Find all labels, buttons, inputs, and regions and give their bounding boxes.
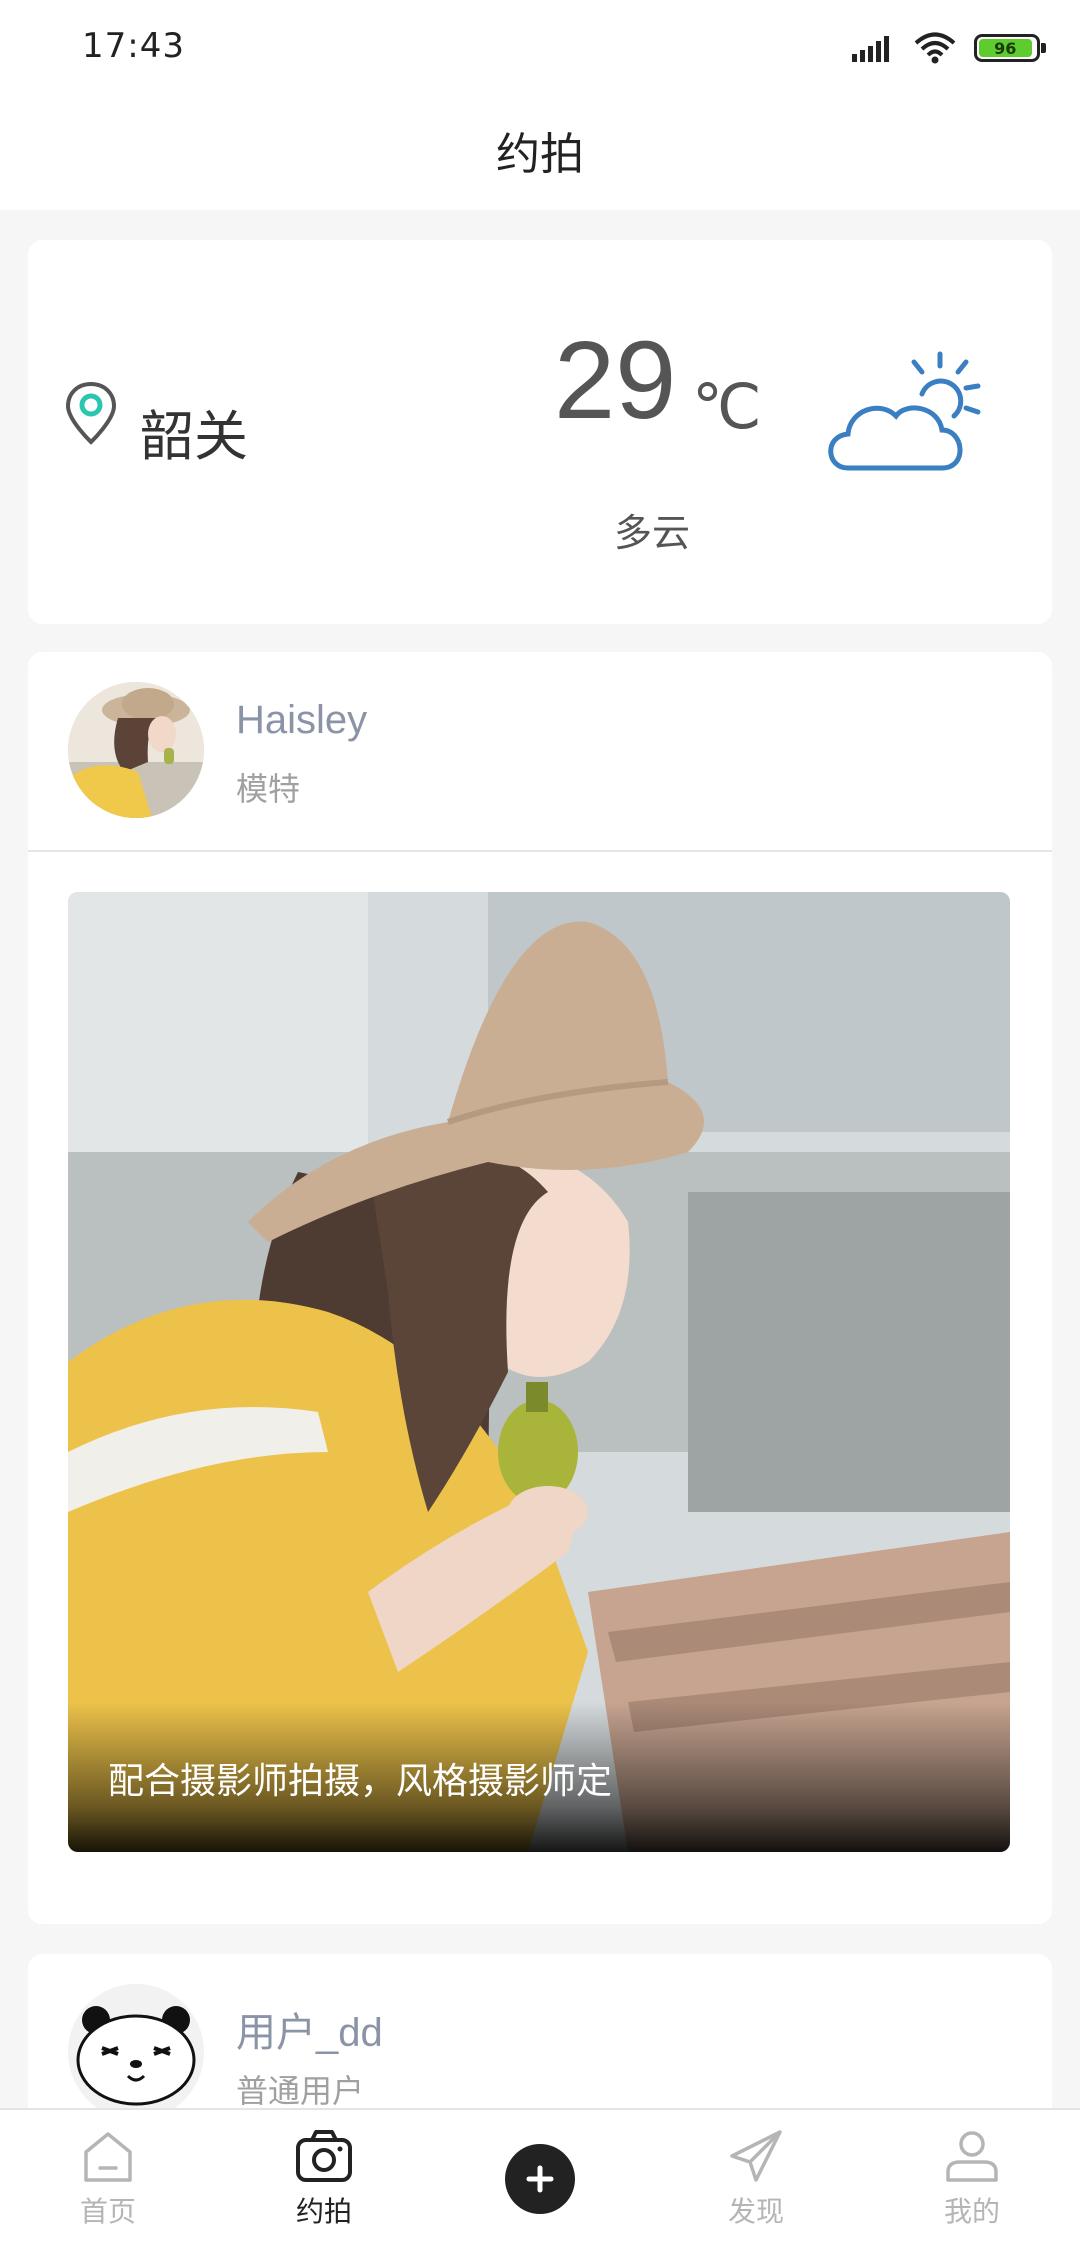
home-icon xyxy=(84,2132,132,2182)
divider xyxy=(28,850,1052,852)
user-role: 普通用户 xyxy=(236,2072,365,2110)
status-time: 17:43 xyxy=(82,26,185,66)
post-caption: 配合摄影师拍摄，风格摄影师定 xyxy=(108,1761,613,1802)
location-pin-icon xyxy=(65,381,117,445)
temperature-value: 29 xyxy=(554,319,677,442)
paper-plane-icon xyxy=(730,2130,782,2182)
battery-icon: 96 xyxy=(974,34,1046,62)
nav-item-discover[interactable]: 发现 xyxy=(676,2126,836,2246)
nav-label-home: 首页 xyxy=(79,2195,136,2228)
battery-level: 96 xyxy=(979,39,1032,58)
nav-item-mine[interactable]: 我的 xyxy=(892,2126,1052,2246)
signal-icon xyxy=(852,36,889,62)
wifi-icon xyxy=(914,32,956,64)
user-icon xyxy=(946,2131,998,2182)
status-bar: 17:43 96 xyxy=(0,0,1080,96)
weather-condition: 多云 xyxy=(614,511,691,555)
nav-label-yuepai: 约拍 xyxy=(295,2195,352,2228)
nav-label-discover: 发现 xyxy=(727,2195,784,2228)
weather-card: 韶关 29 ℃ 多云 xyxy=(28,240,1052,624)
status-icons: 96 xyxy=(852,28,1046,68)
bottom-nav: 首页 约拍 发现 我的 xyxy=(0,2108,1080,2248)
partly-cloudy-icon xyxy=(828,351,981,471)
nav-item-home[interactable]: 首页 xyxy=(28,2126,188,2246)
title-bar: 约拍 xyxy=(0,96,1080,210)
post-photo[interactable]: 配合摄影师拍摄，风格摄影师定 xyxy=(68,892,1010,1852)
city-name: 韶关 xyxy=(140,405,248,468)
add-icon xyxy=(526,2165,554,2193)
page-title: 约拍 xyxy=(496,129,584,180)
temperature-unit: ℃ xyxy=(692,373,762,442)
avatar[interactable] xyxy=(68,682,204,818)
post-card[interactable]: Haisley 模特 配合摄影师拍摄，风格摄影师定 xyxy=(28,652,1052,1924)
username[interactable]: Haisley xyxy=(236,698,367,743)
nav-item-yuepai[interactable]: 约拍 xyxy=(244,2126,404,2246)
username[interactable]: 用户_dd xyxy=(236,2000,383,2058)
nav-label-mine: 我的 xyxy=(943,2195,1000,2228)
camera-icon xyxy=(296,2130,352,2182)
add-button[interactable] xyxy=(505,2144,575,2214)
user-role: 模特 xyxy=(236,770,301,808)
avatar[interactable] xyxy=(68,1984,204,2120)
